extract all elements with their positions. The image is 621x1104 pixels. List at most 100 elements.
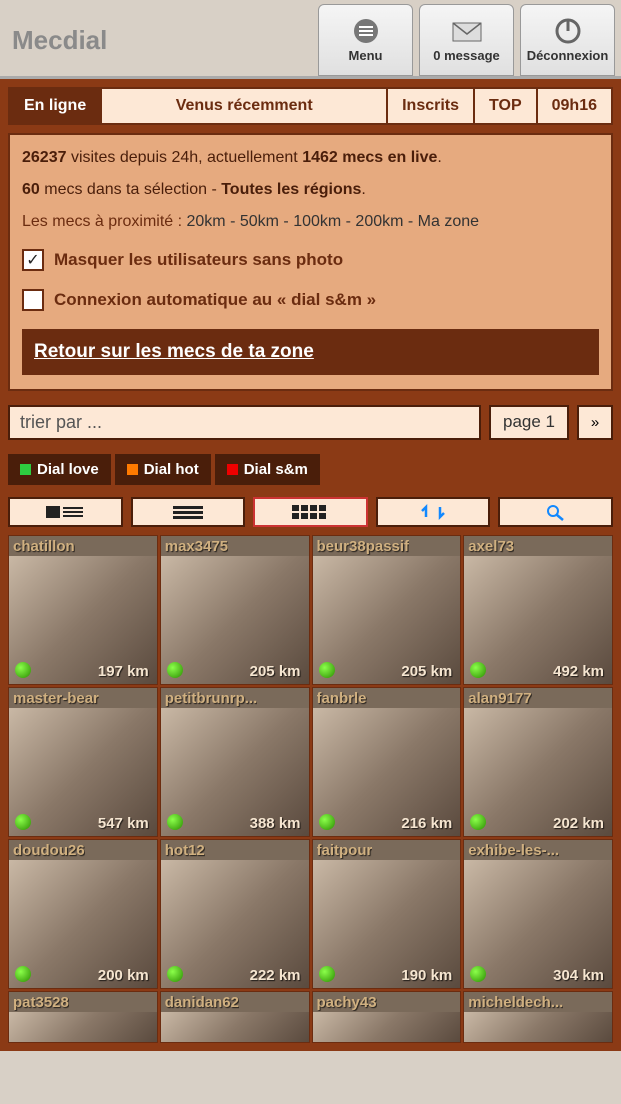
logout-label: Déconnexion — [527, 48, 609, 63]
stats-line-1: 26237 visites depuis 24h, actuellement 1… — [22, 149, 599, 167]
profile-username: beur38passif — [317, 538, 410, 555]
profile-username: faitpour — [317, 842, 373, 859]
profile-card[interactable]: master-bear 547 km — [8, 687, 158, 837]
checkbox-hide-nophoto[interactable]: ✓ Masquer les utilisateurs sans photo — [22, 249, 599, 271]
envelope-icon — [449, 18, 485, 44]
selection-text: mecs dans ta sélection - — [40, 181, 221, 198]
view-list-button[interactable] — [131, 497, 246, 527]
profile-card[interactable]: alan9177 202 km — [463, 687, 613, 837]
checkbox-autoconnect[interactable]: Connexion automatique au « dial s&m » — [22, 289, 599, 311]
tab-time: 09h16 — [538, 89, 611, 123]
tab-online[interactable]: En ligne — [10, 89, 102, 123]
online-dot-icon — [15, 966, 31, 982]
refresh-icon — [412, 503, 454, 521]
dial-label: Dial hot — [144, 461, 199, 478]
stats-line-2: 60 mecs dans ta sélection - Toutes les r… — [22, 181, 599, 199]
proximity-label: Les mecs à proximité : — [22, 213, 187, 230]
online-dot-icon — [319, 662, 335, 678]
profile-username: petitbrunrp... — [165, 690, 258, 707]
profile-username: alan9177 — [468, 690, 531, 707]
profile-distance: 197 km — [98, 663, 149, 680]
profile-card[interactable]: chatillon 197 km — [8, 535, 158, 685]
profile-card[interactable]: pat3528 — [8, 991, 158, 1043]
menu-icon — [348, 18, 384, 44]
profile-photo — [161, 1012, 309, 1042]
dial-buttons: Dial love Dial hot Dial s&m — [8, 454, 613, 485]
online-dot-icon — [15, 814, 31, 830]
view-grid-button[interactable] — [253, 497, 368, 527]
return-link[interactable]: Retour sur les mecs de ta zone — [34, 341, 314, 362]
profile-photo — [313, 1012, 461, 1042]
view-search-button[interactable] — [498, 497, 613, 527]
profile-username: chatillon — [13, 538, 75, 555]
profile-card[interactable]: danidan62 — [160, 991, 310, 1043]
live-count: 1462 — [302, 149, 338, 166]
checkbox-label: Connexion automatique au « dial s&m » — [54, 290, 376, 310]
view-refresh-button[interactable] — [376, 497, 491, 527]
visits-count: 26237 — [22, 149, 67, 166]
header: Mecdial Menu 0 message Déconnexion — [0, 0, 621, 79]
profile-distance: 304 km — [553, 967, 604, 984]
region-text: Toutes les régions — [221, 181, 361, 198]
profile-card[interactable]: micheldech... — [463, 991, 613, 1043]
menu-button[interactable]: Menu — [318, 4, 413, 76]
online-dot-icon — [167, 662, 183, 678]
view-bar — [8, 497, 613, 527]
online-dot-icon — [319, 966, 335, 982]
messages-label: 0 message — [433, 48, 500, 63]
profile-username: pachy43 — [317, 994, 377, 1011]
tabs: En ligne Venus récemment Inscrits TOP 09… — [8, 87, 613, 125]
profile-card[interactable]: petitbrunrp...388 km — [160, 687, 310, 837]
page-select[interactable]: page 1 — [489, 405, 569, 440]
profile-distance: 547 km — [98, 815, 149, 832]
profile-distance: 222 km — [250, 967, 301, 984]
info-box: 26237 visites depuis 24h, actuellement 1… — [8, 133, 613, 391]
checkbox-icon[interactable]: ✓ — [22, 249, 44, 271]
square-green-icon — [20, 464, 31, 475]
dial-sm-button[interactable]: Dial s&m — [215, 454, 320, 485]
profile-card[interactable]: axel73 492 km — [463, 535, 613, 685]
tab-recent[interactable]: Venus récemment — [102, 89, 388, 123]
menu-label: Menu — [349, 48, 383, 63]
dial-hot-button[interactable]: Dial hot — [115, 454, 211, 485]
profile-card[interactable]: exhibe-les-... 304 km — [463, 839, 613, 989]
dial-label: Dial love — [37, 461, 99, 478]
profile-username: axel73 — [468, 538, 514, 555]
tab-top[interactable]: TOP — [475, 89, 538, 123]
view-grid-icon — [289, 503, 331, 521]
visits-text: visites depuis 24h, actuellement — [67, 149, 303, 166]
profile-distance: 190 km — [401, 967, 452, 984]
profile-card[interactable]: fanbrle216 km — [312, 687, 462, 837]
logout-button[interactable]: Déconnexion — [520, 4, 615, 76]
profile-card[interactable]: faitpour 190 km — [312, 839, 462, 989]
dial-label: Dial s&m — [244, 461, 308, 478]
header-buttons: Menu 0 message Déconnexion — [318, 4, 615, 76]
next-page-button[interactable]: » — [577, 405, 613, 440]
profile-photo — [9, 1012, 157, 1042]
power-icon — [550, 18, 586, 44]
view-single-button[interactable] — [8, 497, 123, 527]
main: En ligne Venus récemment Inscrits TOP 09… — [0, 79, 621, 1051]
profile-card[interactable]: pachy43 — [312, 991, 462, 1043]
profile-card[interactable]: beur38passif 205 km — [312, 535, 462, 685]
profile-distance: 492 km — [553, 663, 604, 680]
profile-distance: 205 km — [250, 663, 301, 680]
tab-registered[interactable]: Inscrits — [388, 89, 475, 123]
view-single-icon — [44, 503, 86, 521]
online-dot-icon — [167, 966, 183, 982]
checkbox-icon[interactable] — [22, 289, 44, 311]
selection-count: 60 — [22, 181, 40, 198]
profile-username: master-bear — [13, 690, 99, 707]
profile-card[interactable]: max3475205 km — [160, 535, 310, 685]
dial-love-button[interactable]: Dial love — [8, 454, 111, 485]
proximity-links[interactable]: 20km - 50km - 100km - 200km - Ma zone — [187, 213, 480, 230]
messages-button[interactable]: 0 message — [419, 4, 514, 76]
profile-distance: 202 km — [553, 815, 604, 832]
profile-card[interactable]: hot12222 km — [160, 839, 310, 989]
profile-distance: 205 km — [401, 663, 452, 680]
sort-select[interactable]: trier par ... — [8, 405, 481, 440]
checkbox-label: Masquer les utilisateurs sans photo — [54, 250, 343, 270]
online-dot-icon — [15, 662, 31, 678]
profile-username: exhibe-les-... — [468, 842, 559, 859]
profile-card[interactable]: doudou26200 km — [8, 839, 158, 989]
